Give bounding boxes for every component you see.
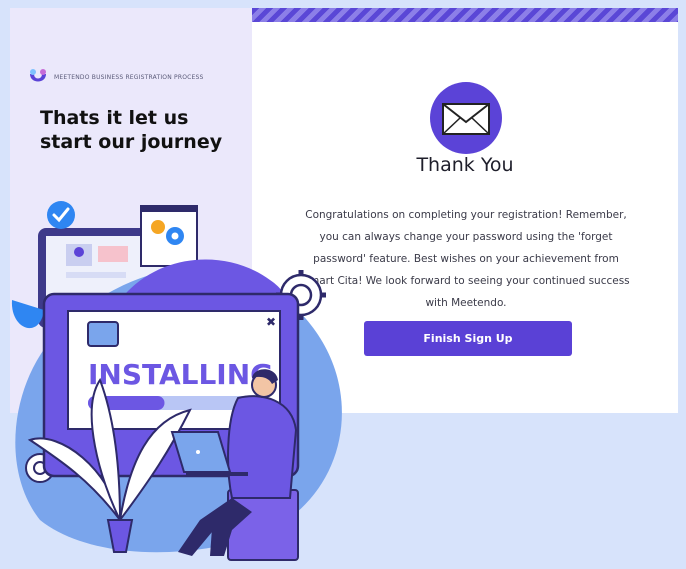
meetendo-logo-icon [30,69,46,82]
headline-line-2: start our journey [40,131,223,153]
thank-you-title: Thank You [416,154,514,176]
gear-small-icon [25,453,55,483]
envelope-badge [430,82,502,154]
decorative-stripe [252,8,678,22]
logo-text: MEETENDO BUSINESS REGISTRATION PROCESS [54,73,204,81]
brand-logo: MEETENDO BUSINESS REGISTRATION PROCESS [28,68,204,86]
thank-you-card: Thank You Congratulations on completing … [252,8,678,413]
finish-sign-up-button[interactable]: Finish Sign Up [364,321,572,356]
confirmation-message: Congratulations on completing your regis… [302,209,630,309]
headline-line-1: Thats it let us [40,107,189,129]
envelope-icon [442,103,490,135]
headline: Thats it let us start our journey [40,106,245,154]
